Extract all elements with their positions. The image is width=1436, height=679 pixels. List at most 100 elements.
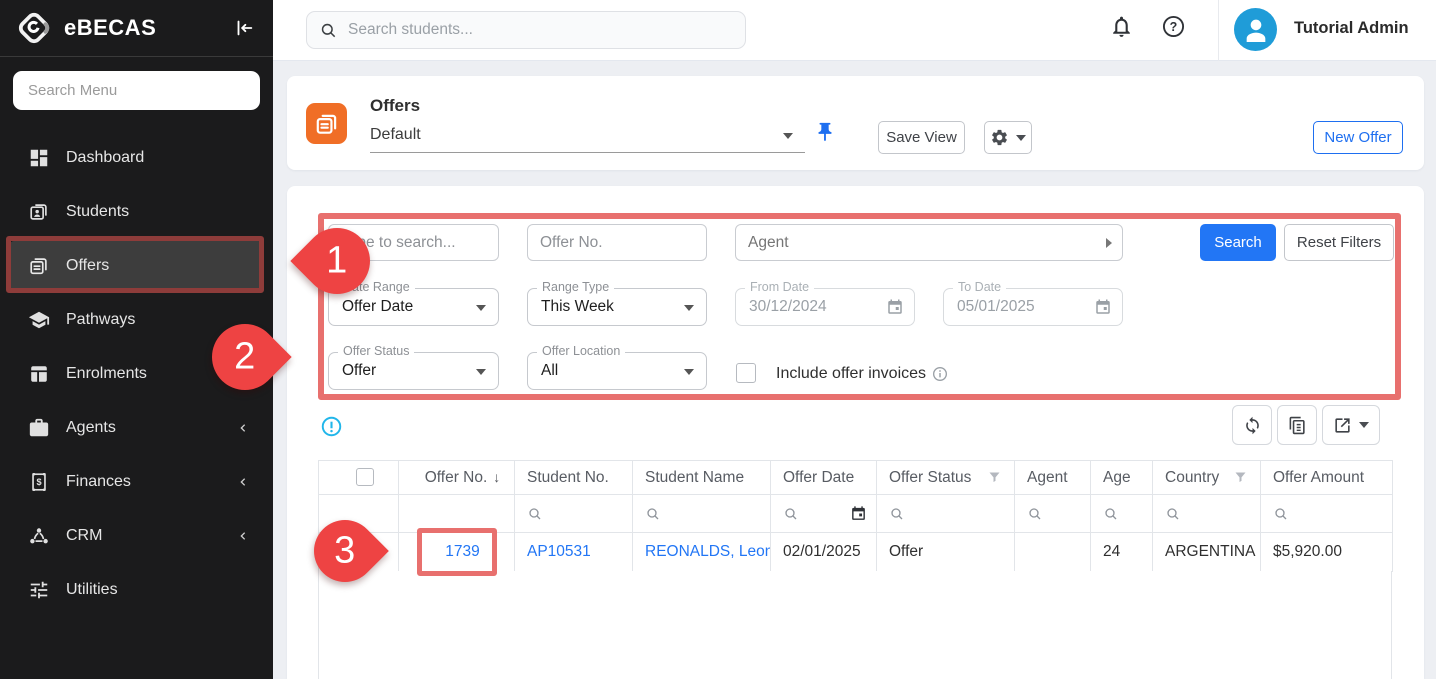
offer-location-select[interactable]: Offer Location All: [527, 352, 707, 390]
agent-filter-dropdown[interactable]: [735, 224, 1123, 261]
cell-student-no[interactable]: AP10531: [515, 533, 633, 572]
column-header-student-no[interactable]: Student No.: [515, 461, 633, 495]
offer-location-label: Offer Location: [537, 344, 625, 358]
pin-icon[interactable]: [814, 121, 836, 143]
filter-funnel-icon[interactable]: [987, 470, 1002, 485]
sidebar: eBECAS Dashboard Students: [0, 0, 273, 679]
svg-text:?: ?: [1170, 20, 1178, 34]
column-header-offer-amount[interactable]: Offer Amount: [1261, 461, 1393, 495]
user-avatar[interactable]: [1234, 8, 1277, 51]
column-header-offer-date[interactable]: Offer Date: [771, 461, 877, 495]
user-name[interactable]: Tutorial Admin: [1294, 19, 1409, 38]
sidebar-item-pathways[interactable]: Pathways: [0, 293, 273, 347]
chevron-down-icon: [1359, 422, 1369, 428]
cell-offer-no[interactable]: 1739: [399, 533, 515, 572]
save-view-button[interactable]: Save View: [878, 121, 965, 154]
filter-cell-age[interactable]: [1091, 495, 1153, 533]
range-type-select[interactable]: Range Type This Week: [527, 288, 707, 326]
export-button[interactable]: [1322, 405, 1380, 445]
cell-student-name[interactable]: REONALDS, Leon: [633, 533, 771, 572]
filter-cell-country[interactable]: [1153, 495, 1261, 533]
select-all-checkbox[interactable]: [356, 468, 374, 486]
from-date-field[interactable]: From Date 30/12/2024: [735, 288, 915, 326]
cell-agent: [1015, 533, 1091, 572]
agent-filter-input[interactable]: [735, 224, 1123, 261]
sidebar-nav: Dashboard Students Offers: [0, 131, 273, 617]
filter-funnel-icon[interactable]: [1233, 470, 1248, 485]
student-search-input[interactable]: [348, 21, 708, 39]
info-icon[interactable]: [932, 366, 948, 382]
search-icon: [889, 506, 1014, 522]
search-icon: [1165, 506, 1260, 522]
topbar-divider: [1218, 0, 1219, 61]
help-icon[interactable]: ?: [1161, 14, 1186, 39]
brand-logo-icon: [16, 10, 52, 46]
column-header-offer-no[interactable]: Offer No.↓: [399, 461, 515, 495]
filter-cell-agent[interactable]: [1015, 495, 1091, 533]
filter-cell-offer-status[interactable]: [877, 495, 1015, 533]
sidebar-item-label: Finances: [66, 473, 131, 491]
chevron-left-icon[interactable]: [235, 420, 251, 436]
sidebar-item-label: CRM: [66, 527, 102, 545]
cell-country: ARGENTINA: [1153, 533, 1261, 572]
reset-filters-button[interactable]: Reset Filters: [1284, 224, 1394, 261]
offer-no-filter-input[interactable]: [527, 224, 707, 261]
student-no-link[interactable]: AP10531: [527, 543, 591, 560]
export-icon: [1333, 416, 1352, 435]
settings-gear-button[interactable]: [984, 121, 1032, 154]
page-title: Offers: [370, 96, 420, 116]
student-name-link[interactable]: REONALDS, Leon: [645, 543, 771, 560]
sidebar-item-crm[interactable]: CRM: [0, 509, 273, 563]
chevron-down-icon: [1016, 135, 1026, 141]
search-button[interactable]: Search: [1200, 224, 1276, 261]
filter-cell-offer-amount[interactable]: [1261, 495, 1393, 533]
sidebar-collapse-icon[interactable]: [233, 17, 255, 39]
filter-cell-offer-date[interactable]: [771, 495, 877, 533]
select-all-cell: [319, 461, 399, 495]
copy-button[interactable]: [1277, 405, 1317, 445]
chevron-down-icon: [476, 305, 486, 311]
sidebar-item-dashboard[interactable]: Dashboard: [0, 131, 273, 185]
offer-link[interactable]: 1739: [445, 543, 479, 560]
sidebar-item-enrolments[interactable]: Enrolments: [0, 347, 273, 401]
notifications-bell-icon[interactable]: [1109, 14, 1134, 39]
column-header-country[interactable]: Country: [1153, 461, 1261, 495]
sidebar-item-agents[interactable]: Agents: [0, 401, 273, 455]
enrolments-icon: [28, 363, 50, 385]
row-select-cell: [319, 533, 399, 572]
sidebar-item-finances[interactable]: $ Finances: [0, 455, 273, 509]
refresh-icon: [1243, 416, 1262, 435]
column-header-student-name[interactable]: Student Name: [633, 461, 771, 495]
sidebar-search-input[interactable]: [13, 71, 260, 110]
column-header-age[interactable]: Age: [1091, 461, 1153, 495]
sidebar-item-utilities[interactable]: Utilities: [0, 563, 273, 617]
chevron-left-icon[interactable]: [235, 474, 251, 490]
sidebar-header: eBECAS: [0, 0, 273, 57]
include-invoices-label: Include offer invoices: [776, 365, 926, 383]
filter-cell-student-name[interactable]: [633, 495, 771, 533]
utilities-icon: [28, 579, 50, 601]
new-offer-button[interactable]: New Offer: [1313, 121, 1403, 154]
column-header-agent[interactable]: Agent: [1015, 461, 1091, 495]
column-header-offer-status[interactable]: Offer Status: [877, 461, 1015, 495]
sidebar-item-offers[interactable]: Offers: [10, 241, 264, 291]
filter-cell-offer-no[interactable]: [399, 495, 515, 533]
date-range-select[interactable]: Date Range Offer Date: [328, 288, 499, 326]
refresh-button[interactable]: [1232, 405, 1272, 445]
offer-status-select[interactable]: Offer Status Offer: [328, 352, 499, 390]
table-row: 1739 AP10531 REONALDS, Leon 02/01/2025 O…: [319, 533, 1393, 572]
date-range-label: Date Range: [338, 280, 415, 294]
student-search[interactable]: [306, 11, 746, 49]
view-selector[interactable]: Default: [370, 120, 805, 153]
include-invoices-checkbox[interactable]: [736, 363, 756, 383]
offers-page-icon: [306, 103, 347, 144]
offer-location-value: All: [528, 353, 706, 389]
chevron-left-icon[interactable]: [235, 528, 251, 544]
sidebar-item-students[interactable]: Students: [0, 185, 273, 239]
search-icon: [1103, 506, 1152, 522]
chevron-down-icon: [684, 305, 694, 311]
filter-cell-student-no[interactable]: [515, 495, 633, 533]
grid-quick-search-input[interactable]: [328, 224, 499, 261]
offer-status-label: Offer Status: [338, 344, 414, 358]
to-date-field[interactable]: To Date 05/01/2025: [943, 288, 1123, 326]
